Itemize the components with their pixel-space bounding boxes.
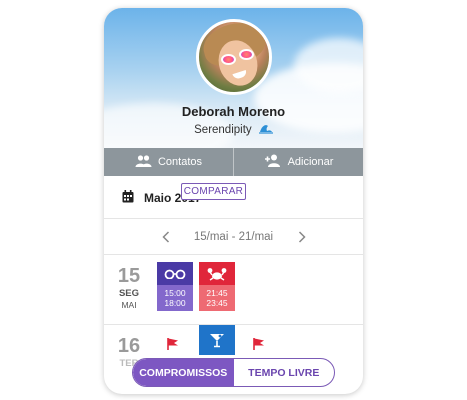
free-time-tab[interactable]: TEMPO LIVRE [234,359,335,386]
day-number: 16 [117,335,141,357]
event-card[interactable]: 21:45 23:45 [199,262,235,311]
add-label: Adicionar [287,156,334,168]
calendar-icon [122,190,134,208]
people-icon [135,154,152,170]
chevron-right-icon[interactable] [292,227,312,247]
compare-button[interactable]: COMPARAR [181,183,246,200]
flag-icon[interactable] [252,337,272,353]
profile-card: Deborah Moreno Serendipity Contatos Adic… [104,8,363,394]
profile-status-text: Serendipity [194,124,252,136]
cocktail-icon[interactable] [199,325,235,355]
avatar[interactable] [196,19,272,95]
day-row: 15 SEG MAI 15:00 18:00 21:45 23:45 [104,255,363,325]
crab-icon [199,262,235,285]
event-start-time: 21:45 [206,288,228,298]
view-toggle: COMPROMISSOS TEMPO LIVRE [132,358,335,387]
week-navigator: 15/mai - 21/mai [104,219,363,255]
commitments-tab[interactable]: COMPROMISSOS [133,359,234,386]
day-number: 15 [117,265,141,287]
sunglasses-icon [157,262,193,285]
action-bar: Contatos Adicionar [104,148,363,176]
week-range: 15/mai - 21/mai [193,231,274,243]
profile-header: Deborah Moreno Serendipity [104,8,363,148]
event-start-time: 15:00 [164,288,186,298]
event-end-time: 23:45 [206,298,228,308]
contacts-label: Contatos [157,156,203,168]
add-person-icon [264,154,282,170]
day-month: MAI [121,300,137,310]
event-end-time: 18:00 [164,298,186,308]
contacts-button[interactable]: Contatos [104,148,233,176]
add-contact-button[interactable]: Adicionar [233,148,363,176]
profile-status: Serendipity [104,123,363,137]
profile-name: Deborah Moreno [181,104,286,119]
event-card[interactable]: 15:00 18:00 [157,262,193,311]
day-weekday: SEG [118,288,140,299]
flag-icon[interactable] [166,337,186,353]
wave-icon [258,123,273,137]
